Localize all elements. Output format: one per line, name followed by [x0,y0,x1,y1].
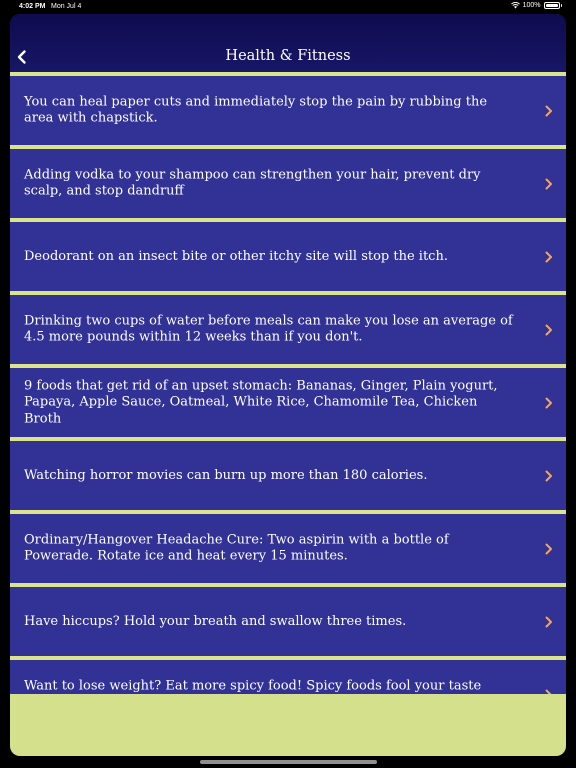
chevron-right-icon [545,324,552,335]
list-item-text: You can heal paper cuts and immediately … [24,94,488,126]
list-item-text: Drinking two cups of water before meals … [24,313,513,345]
chevron-right-icon [545,251,552,262]
status-indicators: 100% [510,2,562,9]
list-item[interactable]: Adding vodka to your shampoo can strengt… [10,145,566,218]
app-window: Health & Fitness You can heal paper cuts… [10,14,566,756]
footer-panel [10,694,566,756]
tips-list: You can heal paper cuts and immediately … [10,72,566,729]
list-item[interactable]: Drinking two cups of water before meals … [10,291,566,364]
list-item-text: 9 foods that get rid of an upset stomach… [24,377,498,426]
battery-icon [543,2,560,9]
page-title: Health & Fitness [225,48,351,64]
chevron-right-icon [545,616,552,627]
chevron-right-icon [545,470,552,481]
chevron-right-icon [545,543,552,554]
status-time: 4:02 PM [19,3,46,10]
list-item-text: Adding vodka to your shampoo can strengt… [24,167,481,199]
chevron-right-icon [545,105,552,116]
list-item[interactable]: Ordinary/Hangover Headache Cure: Two asp… [10,510,566,583]
list-item[interactable]: You can heal paper cuts and immediately … [10,72,566,145]
list-item-text: Watching horror movies can burn up more … [24,467,428,483]
list-item-text: Ordinary/Hangover Headache Cure: Two asp… [24,532,449,564]
battery-percent: 100% [522,2,541,9]
list-item-text: Have hiccups? Hold your breath and swall… [24,613,407,629]
status-bar: 4:02 PM Mon Jul 4 100% [0,0,576,14]
navigation-bar: Health & Fitness [10,14,566,72]
list-item[interactable]: Have hiccups? Hold your breath and swall… [10,583,566,656]
list-item[interactable]: Watching horror movies can burn up more … [10,437,566,510]
chevron-right-icon [545,397,552,408]
home-indicator[interactable] [200,760,377,764]
wifi-icon [510,2,520,9]
battery-tip [560,4,562,7]
list-item[interactable]: Deodorant on an insect bite or other itc… [10,218,566,291]
chevron-right-icon [545,178,552,189]
status-date: Mon Jul 4 [51,3,82,10]
list-item-text: Deodorant on an insect bite or other itc… [24,248,448,264]
list-item[interactable]: 9 foods that get rid of an upset stomach… [10,364,566,437]
